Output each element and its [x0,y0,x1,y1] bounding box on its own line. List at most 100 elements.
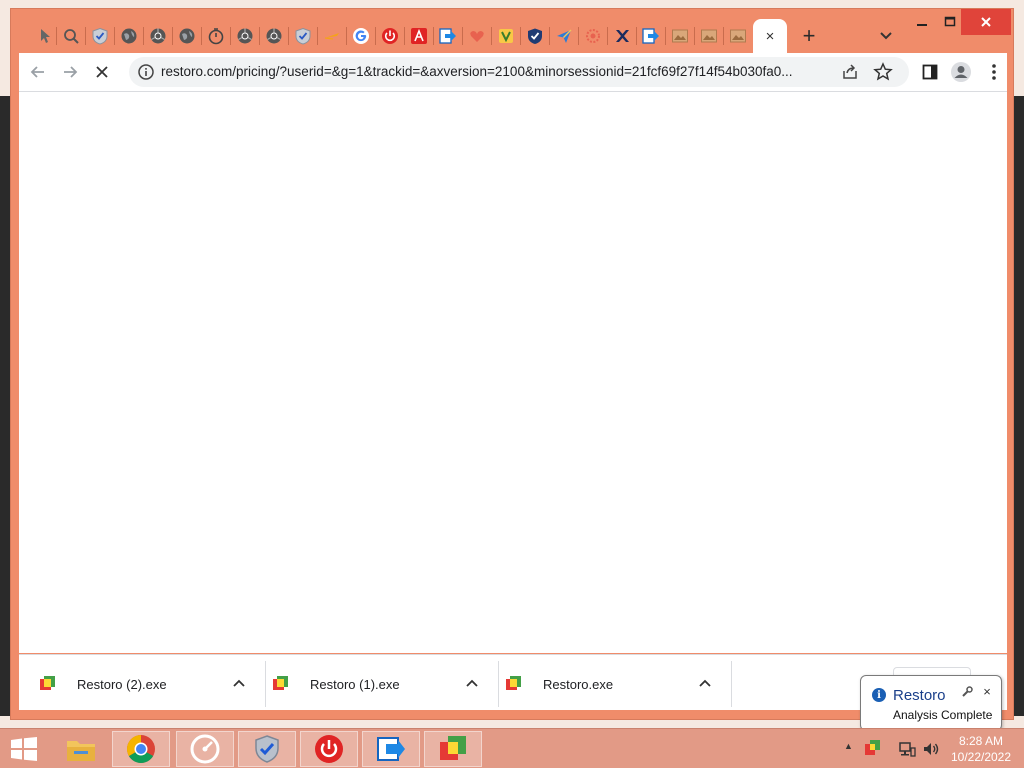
notification-title: Restoro [893,687,946,704]
taskbar-arrow-app[interactable] [362,731,420,767]
divider [731,661,732,707]
taskbar-speedometer-app[interactable] [176,731,234,767]
shield-check-icon [295,27,311,45]
browser-tab[interactable] [290,23,316,49]
arrow-box-icon [642,28,659,44]
bookmark-star-icon[interactable] [873,62,893,82]
share-icon[interactable] [841,63,859,81]
browser-tab[interactable] [58,23,84,49]
download-options-button[interactable] [695,673,715,693]
tab-search-button[interactable] [873,23,899,49]
browser-tab[interactable] [116,23,142,49]
arrow-box-icon [439,28,456,44]
info-icon[interactable] [137,63,155,81]
new-tab-button[interactable]: + [796,23,822,49]
download-filename: Restoro.exe [543,677,614,692]
profile-button[interactable] [948,59,974,85]
browser-tab[interactable] [638,23,664,49]
taskbar-restoro[interactable] [424,731,482,767]
arrow-left-icon [30,66,44,78]
download-options-button[interactable] [462,673,482,693]
chrome-icon [127,735,155,763]
tab-divider [317,27,318,45]
browser-tab[interactable] [232,23,258,49]
browser-tab[interactable] [348,23,374,49]
taskbar-power-app[interactable] [300,731,358,767]
clock-time[interactable]: 8:28 AM [944,734,1018,748]
volume-icon[interactable] [922,740,940,758]
kebab-menu-icon [992,64,996,80]
close-icon [981,17,991,27]
chrome-icon [266,28,282,44]
download-item[interactable]: Restoro (1).exe [262,663,494,703]
browser-tab[interactable] [145,23,171,49]
clock-date[interactable]: 10/22/2022 [944,750,1018,764]
tab-divider [56,27,57,45]
browser-tab[interactable] [406,23,432,49]
tray-notification[interactable]: i Restoro × Analysis Complete [860,675,1002,731]
browser-tab[interactable] [522,23,548,49]
stop-loading-button[interactable] [89,59,115,85]
browser-tab[interactable] [696,23,722,49]
download-item[interactable]: Restoro (2).exe [29,663,261,703]
url-text[interactable]: restoro.com/pricing/?userid=&g=1&trackid… [161,64,841,79]
browser-tab[interactable] [609,23,635,49]
wrench-icon[interactable] [961,686,973,698]
browser-tab[interactable] [174,23,200,49]
taskbar-file-explorer[interactable] [52,731,110,767]
tab-divider [462,27,463,45]
tab-divider [85,27,86,45]
tray-expand-button[interactable]: ▲ [844,741,853,751]
browser-tab[interactable] [580,23,606,49]
address-bar[interactable]: restoro.com/pricing/?userid=&g=1&trackid… [129,57,909,87]
globe-icon [121,28,137,44]
browser-toolbar: restoro.com/pricing/?userid=&g=1&trackid… [19,53,1007,91]
close-window-button[interactable] [961,9,1011,35]
page-content[interactable] [19,91,1007,653]
browser-tab[interactable] [667,23,693,49]
notification-close-button[interactable]: × [979,683,995,699]
browser-tab[interactable] [377,23,403,49]
menu-button[interactable] [981,59,1007,85]
browser-tab[interactable] [29,23,55,49]
tab-divider [694,27,695,45]
restoro-tray-icon[interactable] [864,739,882,757]
active-tab[interactable]: × [753,19,787,53]
chevron-up-icon [466,679,478,687]
minimize-icon [917,24,927,26]
side-panel-button[interactable] [917,59,943,85]
browser-tab[interactable] [261,23,287,49]
chrome-icon [237,28,253,44]
tab-divider [404,27,405,45]
paper-plane-icon [557,29,572,43]
browser-tab[interactable] [435,23,461,49]
browser-tab[interactable] [319,23,345,49]
download-item[interactable]: Restoro.exe [495,663,727,703]
network-icon[interactable] [898,740,916,758]
forward-button[interactable] [57,59,83,85]
tab-divider [433,27,434,45]
x-icon [616,30,629,42]
browser-tab[interactable] [725,23,751,49]
download-filename: Restoro (2).exe [77,677,167,692]
taskbar-security-app[interactable] [238,731,296,767]
tab-divider [491,27,492,45]
close-icon [96,66,108,78]
browser-tab[interactable] [551,23,577,49]
taskbar-chrome[interactable] [112,731,170,767]
tab-close-icon[interactable]: × [766,28,775,45]
timer-icon [208,28,224,45]
power-icon [315,735,343,763]
tab-divider [636,27,637,45]
download-options-button[interactable] [229,673,249,693]
browser-tab[interactable] [203,23,229,49]
browser-tab[interactable] [493,23,519,49]
browser-tab[interactable] [464,23,490,49]
start-button[interactable] [8,734,40,764]
adobe-icon [411,28,427,44]
restoro-file-icon [506,676,521,690]
gear-icon [586,29,600,43]
browser-tab[interactable] [87,23,113,49]
back-button[interactable] [25,59,51,85]
tab-divider [607,27,608,45]
